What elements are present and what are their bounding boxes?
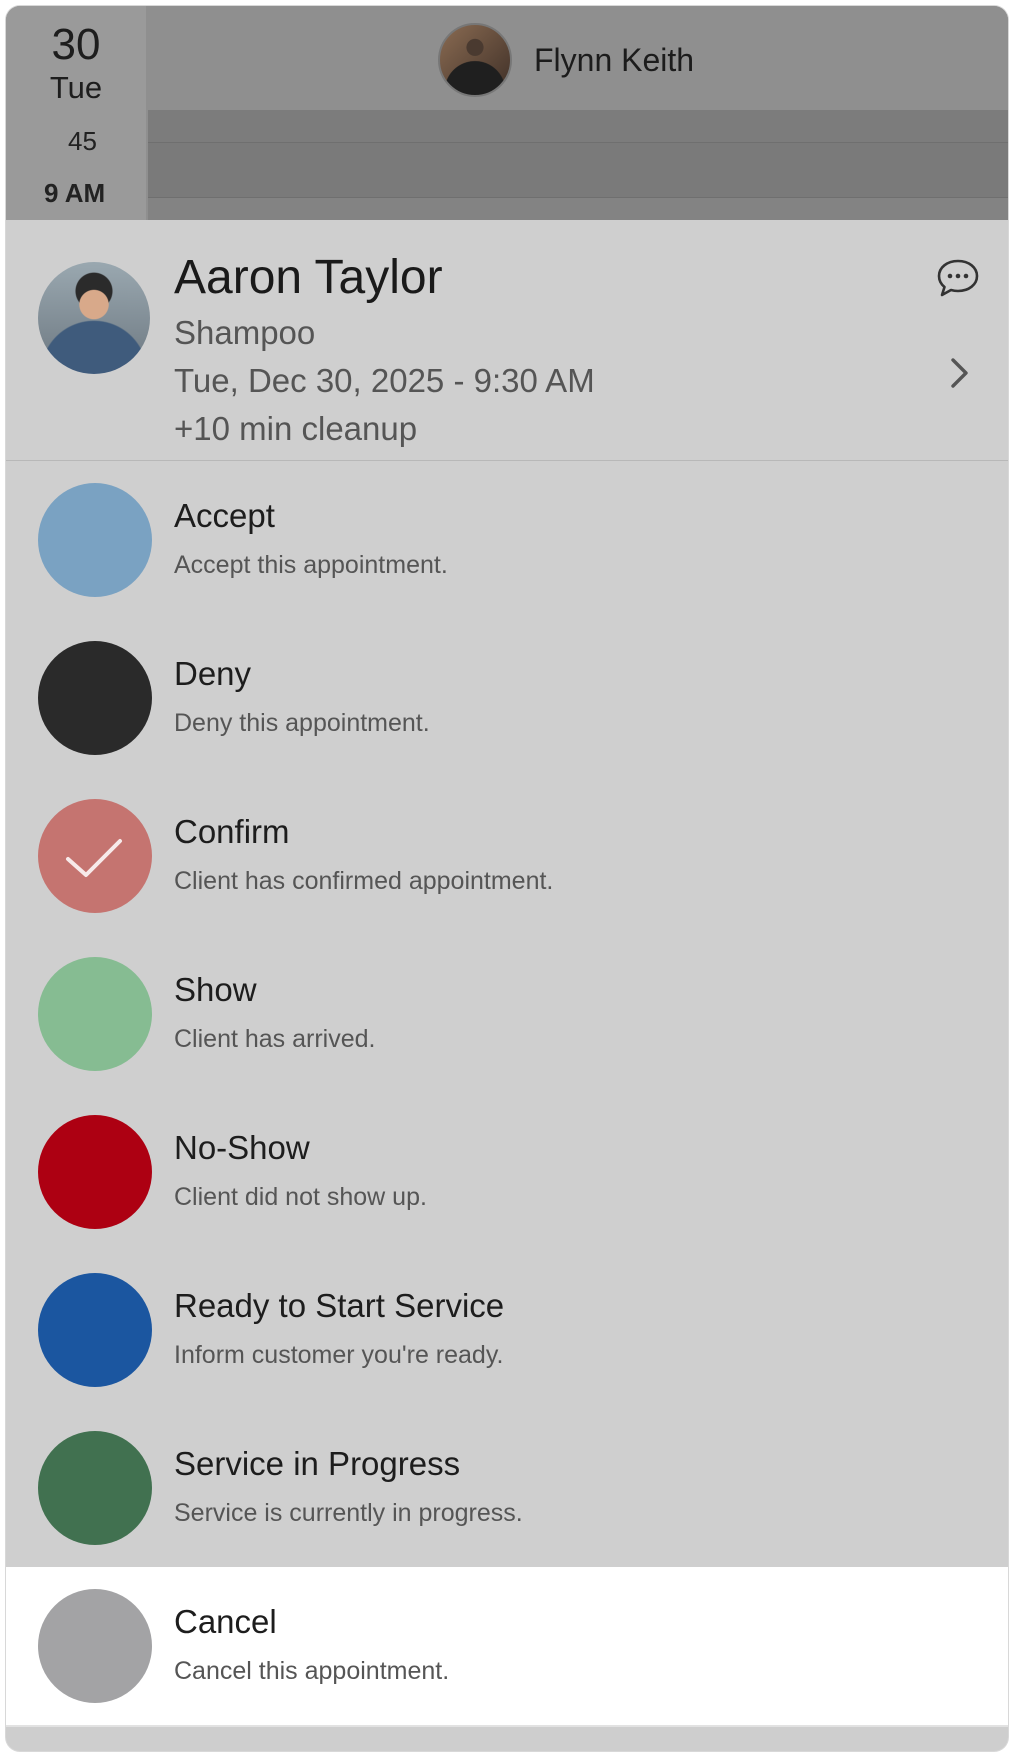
client-name: Aaron Taylor xyxy=(174,251,443,304)
status-option-title: Confirm xyxy=(174,813,290,850)
status-option-title: Accept xyxy=(174,497,275,534)
status-option-title: Cancel xyxy=(174,1603,277,1640)
calendar-row xyxy=(148,197,1008,221)
status-color-circle xyxy=(38,641,152,755)
calendar-row xyxy=(148,110,1008,143)
chevron-right-icon[interactable] xyxy=(948,356,972,390)
calendar-row xyxy=(148,143,1008,197)
status-color-circle xyxy=(38,483,152,597)
calendar-date-column: 30 Tue 45 9 AM xyxy=(6,6,148,220)
status-option-deny[interactable]: Deny Deny this appointment. xyxy=(6,619,1008,779)
appointment-datetime: Tue, Dec 30, 2025 - 9:30 AM xyxy=(174,362,595,399)
status-option-show[interactable]: Show Client has arrived. xyxy=(6,935,1008,1095)
calendar-day-number: 30 xyxy=(51,20,101,69)
client-avatar xyxy=(38,262,150,374)
chat-bubble-icon[interactable] xyxy=(936,258,980,298)
calendar-day-name: Tue xyxy=(49,70,103,105)
status-option-in-progress[interactable]: Service in Progress Service is currently… xyxy=(6,1409,1008,1569)
checkmark-icon xyxy=(66,839,122,877)
cleanup-time: +10 min cleanup xyxy=(174,410,418,447)
time-slot-9am: 9 AM xyxy=(44,178,106,208)
status-color-circle xyxy=(38,1431,152,1545)
status-option-title: No-Show xyxy=(174,1129,310,1166)
status-color-circle xyxy=(38,1589,152,1703)
status-option-description: Client has arrived. xyxy=(174,1025,376,1053)
appointment-status-screen: 30 Tue 45 9 AM Flynn Keith Aaron Taylor … xyxy=(6,6,1008,1751)
status-option-title: Show xyxy=(174,971,257,1008)
time-slot-45: 45 xyxy=(68,126,97,156)
status-color-circle xyxy=(38,799,152,913)
status-option-ready-to-start[interactable]: Ready to Start Service Inform customer y… xyxy=(6,1251,1008,1411)
status-option-description: Client did not show up. xyxy=(174,1183,427,1211)
status-option-title: Deny xyxy=(174,655,252,692)
status-option-description: Service is currently in progress. xyxy=(174,1499,523,1527)
staff-avatar xyxy=(438,23,512,97)
status-option-title: Ready to Start Service xyxy=(174,1287,505,1324)
status-option-description: Deny this appointment. xyxy=(174,709,430,737)
status-option-no-show[interactable]: No-Show Client did not show up. xyxy=(6,1093,1008,1253)
staff-column-header[interactable]: Flynn Keith xyxy=(148,6,1008,110)
status-color-circle xyxy=(38,1273,152,1387)
staff-name: Flynn Keith xyxy=(534,42,695,78)
status-option-description: Client has confirmed appointment. xyxy=(174,867,554,895)
status-color-circle xyxy=(38,957,152,1071)
status-option-description: Inform customer you're ready. xyxy=(174,1341,504,1369)
status-color-circle xyxy=(38,1115,152,1229)
calendar-background: 30 Tue 45 9 AM Flynn Keith xyxy=(6,6,1008,221)
status-option-description: Cancel this appointment. xyxy=(174,1657,450,1685)
status-option-description: Accept this appointment. xyxy=(174,551,448,579)
appointment-summary[interactable]: Aaron Taylor Shampoo Tue, Dec 30, 2025 -… xyxy=(6,220,1008,461)
status-option-title: Service in Progress xyxy=(174,1445,461,1482)
status-option-confirm[interactable]: Confirm Client has confirmed appointment… xyxy=(6,777,1008,937)
status-option-accept[interactable]: Accept Accept this appointment. xyxy=(6,461,1008,621)
status-option-cancel[interactable]: Cancel Cancel this appointment. xyxy=(6,1567,1008,1727)
service-name: Shampoo xyxy=(174,314,316,351)
